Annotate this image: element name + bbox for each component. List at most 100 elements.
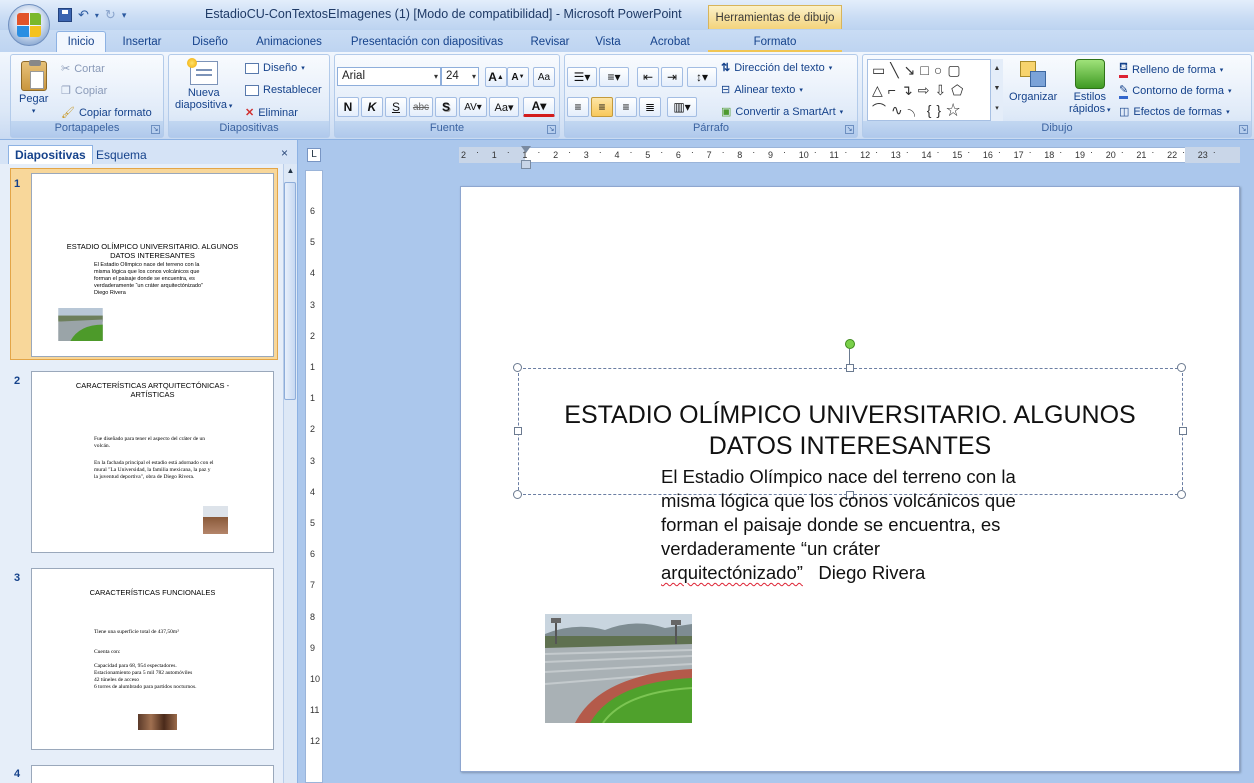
tab-esquema[interactable]: Esquema <box>90 145 153 164</box>
redo-icon[interactable]: ↻ <box>105 7 116 23</box>
arrow-line-shape-icon[interactable]: ↘ <box>904 62 921 78</box>
bold-icon[interactable]: N <box>337 97 359 117</box>
delete-slide-button[interactable]: ✕ Eliminar <box>245 106 298 120</box>
tab-selector-icon[interactable]: L <box>307 148 321 162</box>
justify-icon[interactable]: ≣ <box>639 97 661 117</box>
italic-icon[interactable]: K <box>361 97 383 117</box>
increase-indent-icon[interactable]: ⇥ <box>661 67 683 87</box>
decrease-indent-icon[interactable]: ⇤ <box>637 67 659 87</box>
paste-button[interactable]: Pegar ▾ <box>19 60 48 115</box>
cut-button[interactable]: ✂ Cortar <box>61 62 105 76</box>
resize-handle-n[interactable] <box>846 364 854 372</box>
grow-font-icon[interactable]: A ▲ <box>485 67 507 87</box>
bullets-icon[interactable]: ☰▾ <box>567 67 597 87</box>
font-name-dropdown-icon[interactable]: ▾ <box>434 68 438 85</box>
dibujo-launcher-icon[interactable]: ↘ <box>1239 125 1248 134</box>
pentagon-shape-icon[interactable]: ⬠ <box>951 82 968 98</box>
right-brace-icon[interactable]: } <box>936 102 946 118</box>
star-shape-icon[interactable]: ☆ <box>946 102 965 118</box>
align-center-icon[interactable]: ≡ <box>591 97 613 117</box>
resize-handle-nw[interactable] <box>513 363 522 372</box>
font-size-dropdown-icon[interactable]: ▾ <box>472 68 476 85</box>
numbering-icon[interactable]: ≡▾ <box>599 67 629 87</box>
fuente-launcher-icon[interactable]: ↘ <box>547 125 556 134</box>
oval-shape-icon[interactable]: ○ <box>934 62 947 78</box>
elbow-arrow-icon[interactable]: ↴ <box>901 82 918 98</box>
customize-qat-icon[interactable]: ▾ <box>122 10 127 21</box>
tab-vista[interactable]: Vista <box>588 31 628 52</box>
slide-body-text[interactable]: El Estadio Olímpico nace del terreno con… <box>661 465 1071 585</box>
copy-button[interactable]: ❐ Copiar <box>61 84 107 98</box>
smartart-button[interactable]: ▣ Convertir a SmartArt ▾ <box>721 105 843 119</box>
office-button[interactable] <box>8 4 50 46</box>
freeform-shape-icon[interactable]: ∿ <box>891 102 908 118</box>
close-pane-icon[interactable]: × <box>281 146 288 160</box>
shapes-scrollbar[interactable]: ▲ ▼ ▾ <box>990 59 1003 121</box>
layout-button[interactable]: Diseño ▾ <box>245 62 305 74</box>
font-size-combo[interactable]: 24 ▾ <box>441 67 479 86</box>
elbow-connector-icon[interactable]: ⌐ <box>888 82 901 98</box>
scroll-up-icon[interactable]: ▲ <box>284 164 297 178</box>
undo-icon[interactable]: ↶ <box>78 7 89 23</box>
tab-acrobat[interactable]: Acrobat <box>642 31 698 52</box>
resize-handle-e[interactable] <box>1179 427 1187 435</box>
resize-handle-ne[interactable] <box>1177 363 1186 372</box>
portapapeles-launcher-icon[interactable]: ↘ <box>151 125 160 134</box>
shrink-font-icon[interactable]: A ▼ <box>507 67 529 87</box>
misspelled-word[interactable]: arquitectónizado” <box>661 562 803 583</box>
line-spacing-icon[interactable]: ↕▾ <box>687 67 717 87</box>
tab-diseno[interactable]: Diseño <box>183 31 237 52</box>
align-text-button[interactable]: ⊟ Alinear texto ▾ <box>721 83 803 97</box>
quick-styles-button[interactable]: Estilos rápidos ▾ <box>1069 59 1111 115</box>
down-arrow-shape-icon[interactable]: ⇩ <box>934 82 951 98</box>
tab-formato[interactable]: Formato <box>708 31 842 52</box>
slide-thumbnail-2[interactable]: CARACTERÍSTICAS ARTQUITECTÓNICAS - ARTÍS… <box>31 371 274 553</box>
curve-shape-icon[interactable]: ⌒ <box>872 102 891 118</box>
tab-presentacion[interactable]: Presentación con diapositivas <box>342 31 512 52</box>
tab-insertar[interactable]: Insertar <box>114 31 170 52</box>
columns-icon[interactable]: ▥▾ <box>667 97 697 117</box>
shadow-icon[interactable]: S <box>435 97 457 117</box>
resize-handle-sw[interactable] <box>513 490 522 499</box>
textbox-shape-icon[interactable]: ▭ <box>872 62 890 78</box>
tab-revisar[interactable]: Revisar <box>524 31 576 52</box>
shape-effects-button[interactable]: ◫ Efectos de formas ▾ <box>1119 105 1230 119</box>
slide-thumbnail-4[interactable] <box>31 765 274 783</box>
rectangle-shape-icon[interactable]: □ <box>920 62 933 78</box>
tab-inicio[interactable]: Inicio <box>56 31 106 52</box>
undo-dropdown-icon[interactable]: ▾ <box>95 11 99 20</box>
slide-thumbnail-3[interactable]: CARACTERÍSTICAS FUNCIONALES Tiene una su… <box>31 568 274 750</box>
scrollbar-thumb[interactable] <box>284 182 296 400</box>
format-painter-button[interactable]: 🖌 Copiar formato <box>61 106 152 120</box>
rounded-rect-shape-icon[interactable]: ▢ <box>947 62 965 78</box>
tab-animaciones[interactable]: Animaciones <box>248 31 330 52</box>
align-left-icon[interactable]: ≡ <box>567 97 589 117</box>
font-name-combo[interactable]: Arial ▾ <box>337 67 441 86</box>
tab-diapositivas[interactable]: Diapositivas <box>8 145 93 164</box>
change-case-icon[interactable]: Aa▾ <box>489 97 519 117</box>
right-arrow-shape-icon[interactable]: ⇨ <box>918 82 935 98</box>
shape-outline-button[interactable]: ✎ Contorno de forma ▾ <box>1119 83 1231 99</box>
align-right-icon[interactable]: ≡ <box>615 97 637 117</box>
parrafo-launcher-icon[interactable]: ↘ <box>845 125 854 134</box>
reset-button[interactable]: Restablecer <box>245 84 322 96</box>
save-icon[interactable] <box>58 8 72 22</box>
new-slide-button[interactable]: Nueva diapositiva ▾ <box>175 58 232 111</box>
triangle-shape-icon[interactable]: △ <box>872 82 888 98</box>
arrange-button[interactable]: Organizar <box>1009 59 1057 103</box>
underline-icon[interactable]: S <box>385 97 407 117</box>
clear-formatting-icon[interactable]: Aa <box>533 67 555 87</box>
stadium-photo[interactable] <box>545 614 692 723</box>
line-shape-icon[interactable]: ╲ <box>890 62 903 78</box>
strikethrough-icon[interactable]: abc <box>409 97 433 117</box>
resize-handle-w[interactable] <box>514 427 522 435</box>
slide-thumbnail-1[interactable]: ESTADIO OLÍMPICO UNIVERSITARIO. ALGUNOS … <box>31 173 274 357</box>
text-direction-button[interactable]: ⇅ Dirección del texto ▾ <box>721 61 832 75</box>
arc-shape-icon[interactable]: ╮ <box>908 102 927 118</box>
shapes-gallery[interactable]: ▭╲↘□○▢ △⌐↴⇨⇩⬠ ⌒∿╮{}☆ <box>867 59 1003 121</box>
character-spacing-icon[interactable]: AV▾ <box>459 97 487 117</box>
left-brace-icon[interactable]: { <box>927 102 937 118</box>
shape-fill-button[interactable]: ⛾ Relleno de forma ▾ <box>1119 61 1223 78</box>
resize-handle-se[interactable] <box>1177 490 1186 499</box>
hanging-indent-marker-icon[interactable] <box>521 160 531 169</box>
